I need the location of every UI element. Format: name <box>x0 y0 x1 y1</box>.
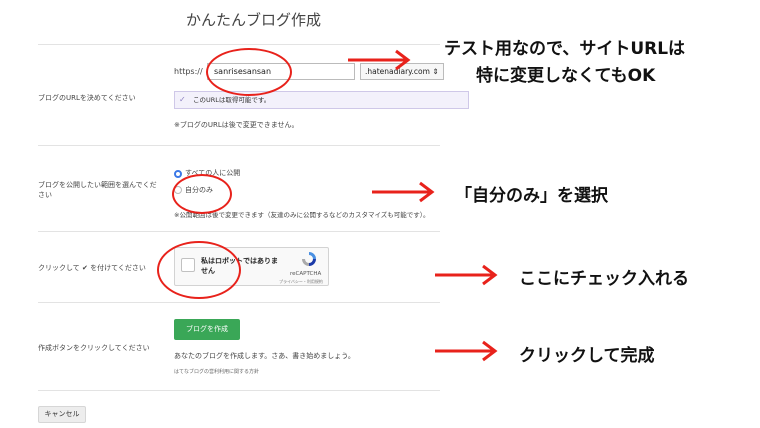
annotation-create: クリックして完成 <box>519 346 655 366</box>
cancel-button[interactable]: キャンセル <box>38 406 86 423</box>
divider <box>38 302 440 303</box>
arrow-right-icon <box>435 340 498 362</box>
captcha-section-label: クリックして ✔ を付けてください <box>38 264 146 272</box>
check-icon: ✓ <box>179 95 186 104</box>
arrow-right-icon <box>348 49 411 71</box>
create-blog-button[interactable]: ブログを作成 <box>174 319 240 340</box>
divider <box>38 44 440 45</box>
annotation-captcha: ここにチェック入れる <box>519 269 689 289</box>
arrow-right-icon <box>372 181 435 203</box>
visibility-section-label: ブログを公開したい範囲を選んでください <box>38 181 157 199</box>
recaptcha-brand: reCAPTCHA <box>290 271 322 277</box>
annotation-url-line2: 特に変更しなくてもOK <box>476 66 656 86</box>
highlight-ellipse-captcha <box>157 241 241 299</box>
page-title: かんたんブログ作成 <box>186 11 322 29</box>
divider <box>38 145 440 146</box>
create-message: あなたのブログを作成します。さあ、書き始めましょう。 <box>174 352 355 360</box>
url-availability-message: このURLは取得可能です。 <box>174 91 469 109</box>
url-note: ※ブログのURLは後で変更できません。 <box>174 121 299 129</box>
divider <box>38 231 440 232</box>
highlight-ellipse-url <box>206 48 292 96</box>
create-section-label: 作成ボタンをクリックしてください <box>38 344 150 352</box>
radio-public-all[interactable] <box>174 170 182 178</box>
divider <box>38 390 440 391</box>
url-section-label: ブログのURLを決めてください <box>38 94 136 102</box>
annotation-url-line1: テスト用なので、サイトURLは <box>444 39 686 59</box>
highlight-ellipse-self <box>172 174 232 214</box>
recaptcha-links[interactable]: プライバシー・利用規約 <box>279 279 323 285</box>
recaptcha-logo-icon <box>300 250 318 268</box>
arrow-right-icon <box>435 264 498 286</box>
annotation-visibility: 「自分のみ」を選択 <box>455 186 608 206</box>
guideline-link[interactable]: はてなブログの営利利用に関する方針 <box>174 368 259 375</box>
url-prefix: https:// <box>174 67 203 76</box>
